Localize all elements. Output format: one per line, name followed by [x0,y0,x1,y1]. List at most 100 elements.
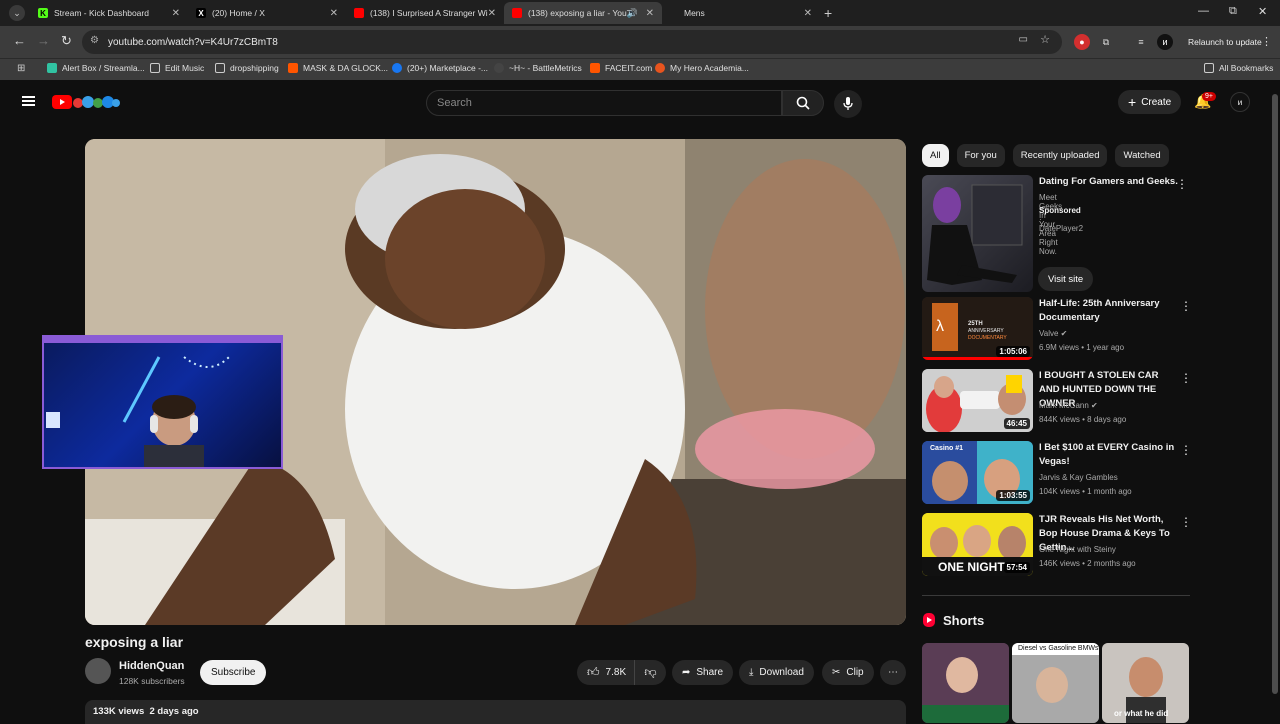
share-button[interactable]: ➦ Share [672,660,734,685]
menu-icon[interactable] [22,96,35,106]
chip-watched[interactable]: Watched [1115,144,1169,167]
recommendation-item[interactable]: ONE NIGHT 57:54 TJR Reveals His Net Wort… [922,513,1192,579]
thumb-text: Casino #1 [930,445,963,452]
create-button[interactable]: + Create [1118,90,1182,114]
browser-menu-icon[interactable]: ⋮ [1261,35,1272,48]
kebab-menu-icon[interactable]: ⋮ [1180,515,1192,529]
ad-image [927,184,1023,285]
video-description-box[interactable]: 133K views 2 days ago [85,700,906,724]
voice-search-button[interactable] [834,90,862,118]
visit-site-button[interactable]: Visit site [1038,267,1094,291]
channel-avatar[interactable] [85,658,111,684]
chip-all[interactable]: All [922,144,949,167]
browser-tab-x[interactable]: X (20) Home / X ✕ [188,2,346,24]
shorts-heading-label: Shorts [943,612,985,628]
relaunch-button[interactable]: Relaunch to update [1180,32,1270,52]
browser-tab-youtube-active[interactable]: (138) exposing a liar - YouT 🔊 ✕ [504,2,662,24]
search-input[interactable]: Search [426,90,782,116]
bookmark-item[interactable]: (20+) Marketplace -... [392,63,488,73]
chip-recently-uploaded[interactable]: Recently uploaded [1012,144,1108,167]
page-scrollbar[interactable] [1270,80,1280,720]
recommendation-item[interactable]: Casino #1 1:03:55 I Bet $100 at EVERY Ca… [922,441,1192,507]
share-icon: ➦ [682,667,691,678]
short-thumb [1012,643,1099,723]
share-label: Share [696,667,724,678]
download-button[interactable]: ⤓ Download [739,660,814,685]
restore-icon[interactable]: ⧉ [1229,5,1237,18]
cast-icon[interactable]: ▭ [1019,34,1028,45]
browser-tab-mens[interactable]: Mens ✕ [676,2,820,24]
recommendation-channel: Valve ✔ [1039,329,1067,338]
more-actions-button[interactable]: ⋯ [880,660,906,685]
account-avatar[interactable]: ᴎ [1230,92,1250,112]
minimize-icon[interactable]: — [1198,5,1209,17]
recommendation-item[interactable]: λ 25TH ANNIVERSARY DOCUMENTARY 1:05:06 H… [922,297,1192,363]
like-button[interactable]: 👍︎ 7.8K [577,660,634,685]
chip-for-you[interactable]: For you [956,144,1005,167]
kebab-menu-icon[interactable]: ⋮ [1180,299,1192,313]
bookmark-label: FACEIT.com [605,63,653,73]
browser-tab-youtube-stranger[interactable]: (138) I Surprised A Stranger Wi ✕ [346,2,504,24]
bookmark-item[interactable]: MASK & DA GLOCK... [288,63,388,73]
close-tab-icon[interactable]: ✕ [804,8,812,19]
crunchyroll-icon [655,63,665,73]
browser-tab-kick[interactable]: K Stream - Kick Dashboard ✕ [30,2,188,24]
url-field[interactable]: ⚙ youtube.com/watch?v=K4Ur7zCBmT8 ▭ ☆ [82,30,1062,54]
close-tab-icon[interactable]: ✕ [330,8,338,19]
tab-search-icon[interactable]: ⌄ [9,5,25,21]
channel-name[interactable]: HiddenQuan [119,660,184,672]
apps-grid-icon[interactable]: ⊞ [17,63,25,74]
subscriber-count: 128K subscribers [119,676,185,686]
close-tab-icon[interactable]: ✕ [646,8,654,19]
facebook-icon [392,63,402,73]
bookmark-star-icon[interactable]: ☆ [1040,33,1050,46]
views-date: 133K views 2 days ago [93,706,199,717]
scrollbar-thumb[interactable] [1272,94,1278,694]
soundcloud-icon [288,63,298,73]
download-label: Download [759,667,804,678]
bookmark-item[interactable]: FACEIT.com [590,63,652,73]
thumb-text: DOCUMENTARY [968,335,1007,341]
short-item[interactable]: or what he did [1102,643,1189,723]
bookmark-label: dropshipping [230,63,279,73]
bookmark-item[interactable]: ~H~ - BattleMetrics [494,63,582,73]
all-bookmarks[interactable]: All Bookmarks [1204,63,1273,73]
forward-icon[interactable]: → [37,33,50,48]
profile-avatar-icon[interactable]: ᴎ [1157,34,1173,50]
bookmark-folder[interactable]: dropshipping [215,63,279,73]
reload-icon[interactable]: ↻ [61,33,72,49]
streamer-webcam-overlay [42,335,283,469]
tab-title: Mens [684,8,705,18]
extensions-puzzle-icon[interactable]: ⧉ [1098,34,1114,50]
short-item[interactable]: Diesel vs Gasoline BMWs [1012,643,1099,723]
kebab-menu-icon[interactable]: ⋮ [1176,177,1188,191]
extension-red-icon[interactable]: ● [1074,34,1090,50]
shorts-heading: Shorts [922,612,984,628]
dislike-button[interactable]: 👎︎ [634,660,666,685]
short-item[interactable] [922,643,1009,723]
subscribe-button[interactable]: Subscribe [200,660,267,685]
clip-button[interactable]: ✂ Clip [822,660,874,685]
close-tab-icon[interactable]: ✕ [488,8,496,19]
close-tab-icon[interactable]: ✕ [172,8,180,19]
bookmark-folder[interactable]: Edit Music [150,63,204,73]
bookmark-item[interactable]: Alert Box / Streamla... [47,63,145,73]
speaker-icon[interactable]: 🔊 [627,8,638,19]
youtube-logo[interactable] [52,94,120,110]
kebab-menu-icon[interactable]: ⋮ [1180,443,1192,457]
search-button[interactable] [782,90,824,116]
recommendation-title: I Bet $100 at EVERY Casino in Vegas! [1039,442,1175,467]
recommendation-item[interactable]: 46:45 I BOUGHT A STOLEN CAR AND HUNTED D… [922,369,1192,435]
reading-list-icon[interactable]: ≡ [1133,34,1149,50]
back-icon[interactable]: ← [13,33,26,48]
battlemetrics-icon [494,63,504,73]
create-label: Create [1141,96,1172,108]
recommendation-meta: 6.9M views • 1 year ago [1039,343,1125,352]
tab-title: Stream - Kick Dashboard [54,8,149,18]
close-window-icon[interactable]: ✕ [1258,5,1267,18]
recommendation-meta: 104K views • 1 month ago [1039,487,1132,496]
kebab-menu-icon[interactable]: ⋮ [1180,371,1192,385]
site-info-icon[interactable]: ⚙ [90,35,99,46]
bookmark-item[interactable]: My Hero Academia... [655,63,749,73]
new-tab-icon[interactable]: + [824,5,832,21]
